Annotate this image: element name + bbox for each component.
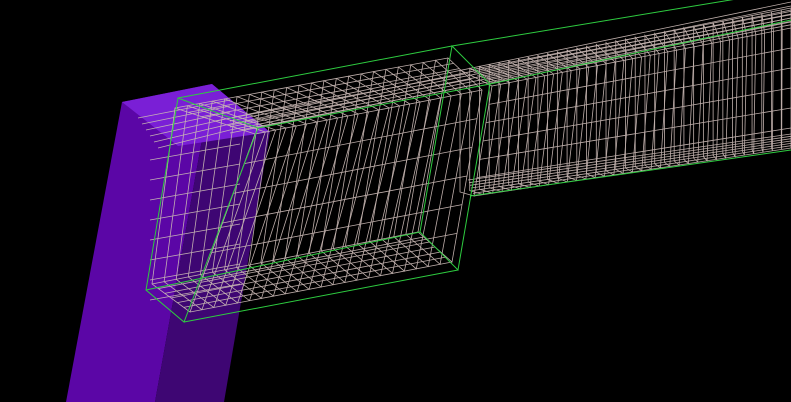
stirrup — [761, 13, 766, 153]
stirrup — [393, 61, 462, 268]
longitudinal-bar — [201, 68, 460, 118]
scene-canvas[interactable] — [0, 0, 791, 402]
beam-edge-top-far — [177, 0, 734, 99]
longitudinal-bar — [470, 140, 791, 189]
longitudinal-bar — [471, 142, 791, 192]
stirrup — [741, 17, 748, 156]
top-bar — [229, 21, 791, 134]
3d-viewport[interactable] — [0, 0, 791, 402]
top-bar — [229, 17, 791, 131]
longitudinal-bar — [174, 57, 449, 109]
top-bar — [229, 9, 791, 125]
top-bar — [229, 13, 791, 128]
stirrup — [771, 11, 774, 151]
stirrup — [751, 15, 757, 154]
stirrup — [780, 9, 783, 150]
longitudinal-bar — [468, 135, 791, 184]
stirrup — [405, 59, 473, 266]
